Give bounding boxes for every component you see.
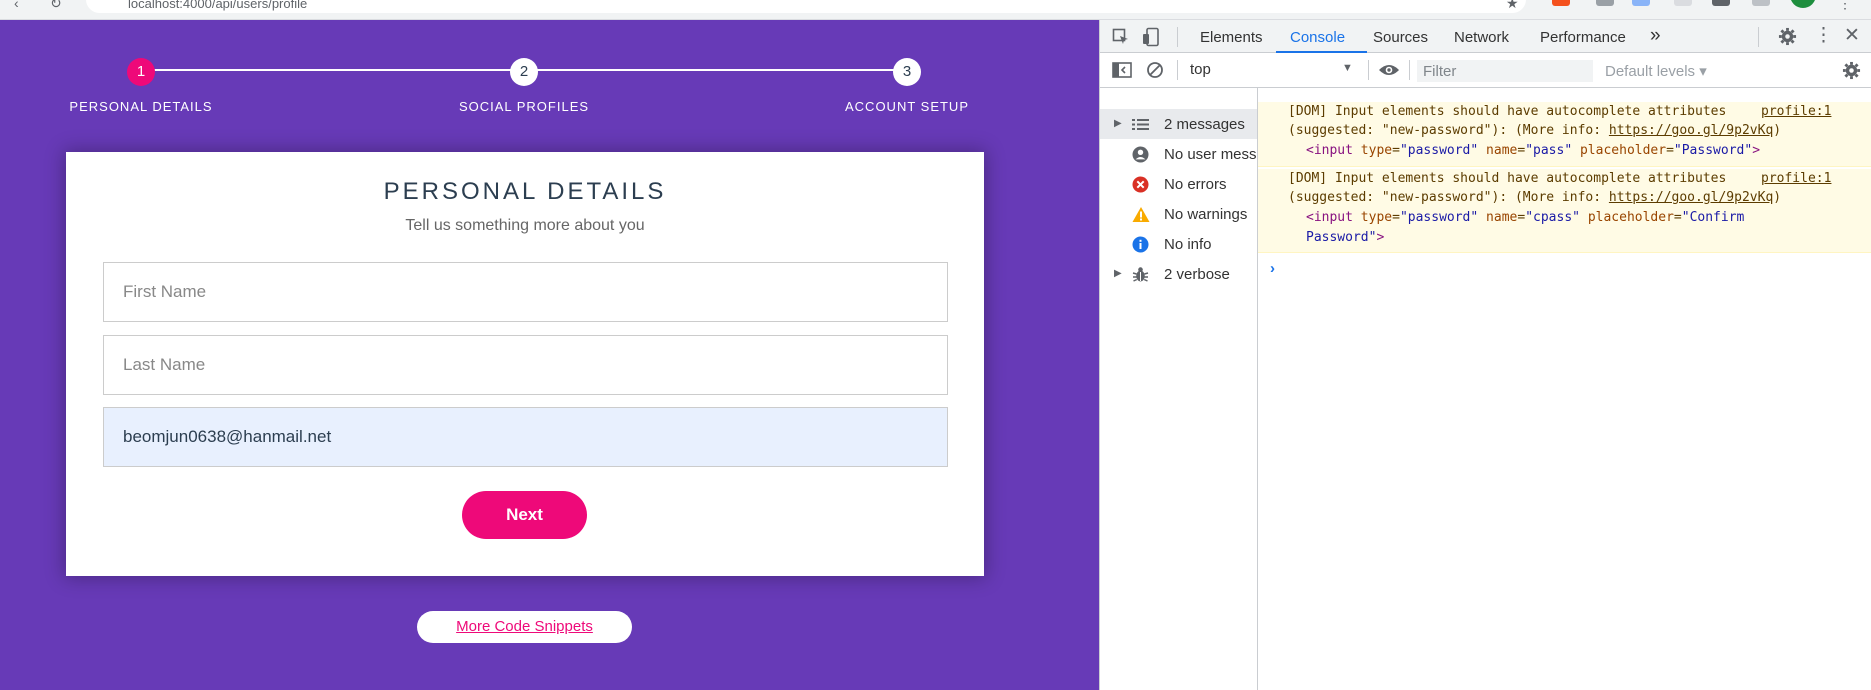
element-snippet-continued[interactable]: Password"> [1306, 228, 1384, 248]
sidebar-item-user-messages[interactable]: No user messages [1100, 139, 1257, 169]
sidebar-item-label: No warnings [1164, 206, 1248, 223]
extension-icon[interactable] [1712, 0, 1730, 6]
reload-icon[interactable]: ↻ [50, 0, 62, 10]
bug-icon [1132, 266, 1149, 283]
console-toolbar: top ▼ Default levels ▾ [1100, 53, 1871, 88]
step-indicator-3: 3 [893, 58, 921, 86]
tab-elements[interactable]: Elements [1200, 29, 1263, 46]
form-subtitle: Tell us something more about you [405, 217, 645, 234]
error-icon [1132, 176, 1149, 193]
settings-gear-icon[interactable] [1778, 27, 1797, 49]
profile-avatar[interactable] [1790, 0, 1816, 8]
warning-suggestion: (suggested: "new-password"): (More info:… [1288, 123, 1782, 138]
sidebar-item-info[interactable]: No info [1100, 229, 1257, 259]
extension-icon[interactable] [1552, 0, 1570, 6]
email-input[interactable] [103, 407, 948, 467]
address-text[interactable]: localhost:4000/api/users/profile [128, 0, 307, 11]
separator [1368, 60, 1369, 80]
sidebar-item-verbose[interactable]: ▶ 2 verbose [1100, 259, 1257, 289]
menu-kebab-icon[interactable]: ⋮ [1838, 0, 1852, 10]
warning-text: [DOM] Input elements should have autocom… [1288, 171, 1727, 186]
sidebar-item-messages[interactable]: ▶ 2 messages [1100, 109, 1257, 139]
sidebar-item-label: 2 verbose [1164, 266, 1230, 283]
element-snippet[interactable]: <input type="password" name="pass" place… [1306, 141, 1760, 161]
expand-triangle-icon[interactable]: ▶ [1114, 268, 1122, 279]
warning-icon [1132, 206, 1150, 223]
list-icon [1132, 116, 1149, 133]
live-expression-eye-icon[interactable] [1378, 62, 1400, 81]
log-levels-label: Default levels [1605, 63, 1696, 80]
clear-console-icon[interactable] [1146, 61, 1164, 82]
more-info-link[interactable]: https://goo.gl/9p2vKq [1609, 190, 1773, 205]
extension-icon[interactable] [1632, 0, 1650, 6]
info-icon [1132, 236, 1149, 253]
more-tabs-icon[interactable]: » [1650, 25, 1661, 47]
device-toolbar-icon[interactable] [1142, 27, 1160, 50]
warning-source-link[interactable]: profile:1 [1761, 102, 1831, 122]
warning-text: [DOM] Input elements should have autocom… [1288, 104, 1727, 119]
devtools-tab-bar: Elements Console Sources Network Perform… [1100, 20, 1871, 53]
expand-triangle-icon[interactable]: ▶ [1114, 118, 1122, 129]
progress-line-completed [141, 69, 524, 71]
console-sidebar: ▶ 2 messages No user messages No errors … [1100, 88, 1258, 690]
warning-source-link[interactable]: profile:1 [1761, 169, 1831, 189]
element-snippet[interactable]: <input type="password" name="cpass" plac… [1306, 208, 1744, 228]
console-warning-message: [DOM] Input elements should have autocom… [1258, 102, 1871, 167]
step-label-social-profiles: Social Profiles [458, 99, 590, 114]
warning-suggestion: (suggested: "new-password"): (More info:… [1288, 190, 1782, 205]
sidebar-item-label: No info [1164, 236, 1212, 253]
back-icon[interactable]: ‹ [14, 0, 19, 10]
close-devtools-icon[interactable]: ✕ [1844, 26, 1860, 45]
page-content: 1 2 3 Personal Details Social Profiles A… [0, 20, 1099, 690]
console-warning-message: [DOM] Input elements should have autocom… [1258, 169, 1871, 253]
sidebar-toggle-icon[interactable] [1112, 61, 1132, 82]
more-options-kebab-icon[interactable]: ⋮ [1814, 26, 1833, 45]
tab-console[interactable]: Console [1290, 29, 1345, 46]
devtools-panel: Elements Console Sources Network Perform… [1099, 20, 1871, 690]
context-dropdown-arrow-icon[interactable]: ▼ [1342, 62, 1353, 74]
separator [1758, 27, 1759, 47]
extension-icon[interactable] [1596, 0, 1614, 6]
next-button[interactable]: Next [462, 491, 587, 539]
sidebar-item-warnings[interactable]: No warnings [1100, 199, 1257, 229]
console-filter-input[interactable] [1417, 60, 1593, 82]
tab-sources[interactable]: Sources [1373, 29, 1428, 46]
step-indicator-2: 2 [510, 58, 538, 86]
sidebar-item-label: No user messages [1164, 146, 1256, 163]
step-indicator-1: 1 [127, 58, 155, 86]
inspect-element-icon[interactable] [1112, 28, 1130, 49]
sidebar-item-label: No errors [1164, 176, 1227, 193]
user-icon [1132, 146, 1149, 163]
console-prompt-icon[interactable]: › [1270, 260, 1275, 277]
extension-icon[interactable] [1752, 0, 1770, 6]
personal-details-card: Personal Details Tell us something more … [66, 152, 984, 576]
sidebar-item-errors[interactable]: No errors [1100, 169, 1257, 199]
tab-performance[interactable]: Performance [1540, 29, 1626, 46]
step-label-account-setup: Account Setup [845, 99, 969, 114]
more-info-link[interactable]: https://goo.gl/9p2vKq [1609, 123, 1773, 138]
browser-toolbar: ‹ ↻ localhost:4000/api/users/profile ★ ⋮ [0, 0, 1871, 20]
step-label-personal-details: Personal Details [69, 99, 213, 114]
form-title: Personal Details [383, 178, 667, 205]
first-name-input[interactable] [103, 262, 948, 322]
separator [1177, 27, 1178, 47]
context-selector[interactable]: top [1190, 61, 1356, 80]
console-messages: [DOM] Input elements should have autocom… [1258, 88, 1871, 690]
more-code-snippets-link[interactable]: More Code Snippets [417, 611, 632, 643]
log-levels-dropdown[interactable]: Default levels ▾ [1605, 62, 1707, 80]
separator [1177, 60, 1178, 80]
separator [1409, 60, 1410, 80]
console-settings-gear-icon[interactable] [1842, 61, 1861, 83]
extension-icon[interactable] [1674, 0, 1692, 6]
progress-line-remaining [524, 69, 907, 71]
tab-network[interactable]: Network [1454, 29, 1509, 46]
bookmark-star-icon[interactable]: ★ [1506, 0, 1519, 10]
last-name-input[interactable] [103, 335, 948, 395]
sidebar-item-label: 2 messages [1164, 116, 1245, 133]
